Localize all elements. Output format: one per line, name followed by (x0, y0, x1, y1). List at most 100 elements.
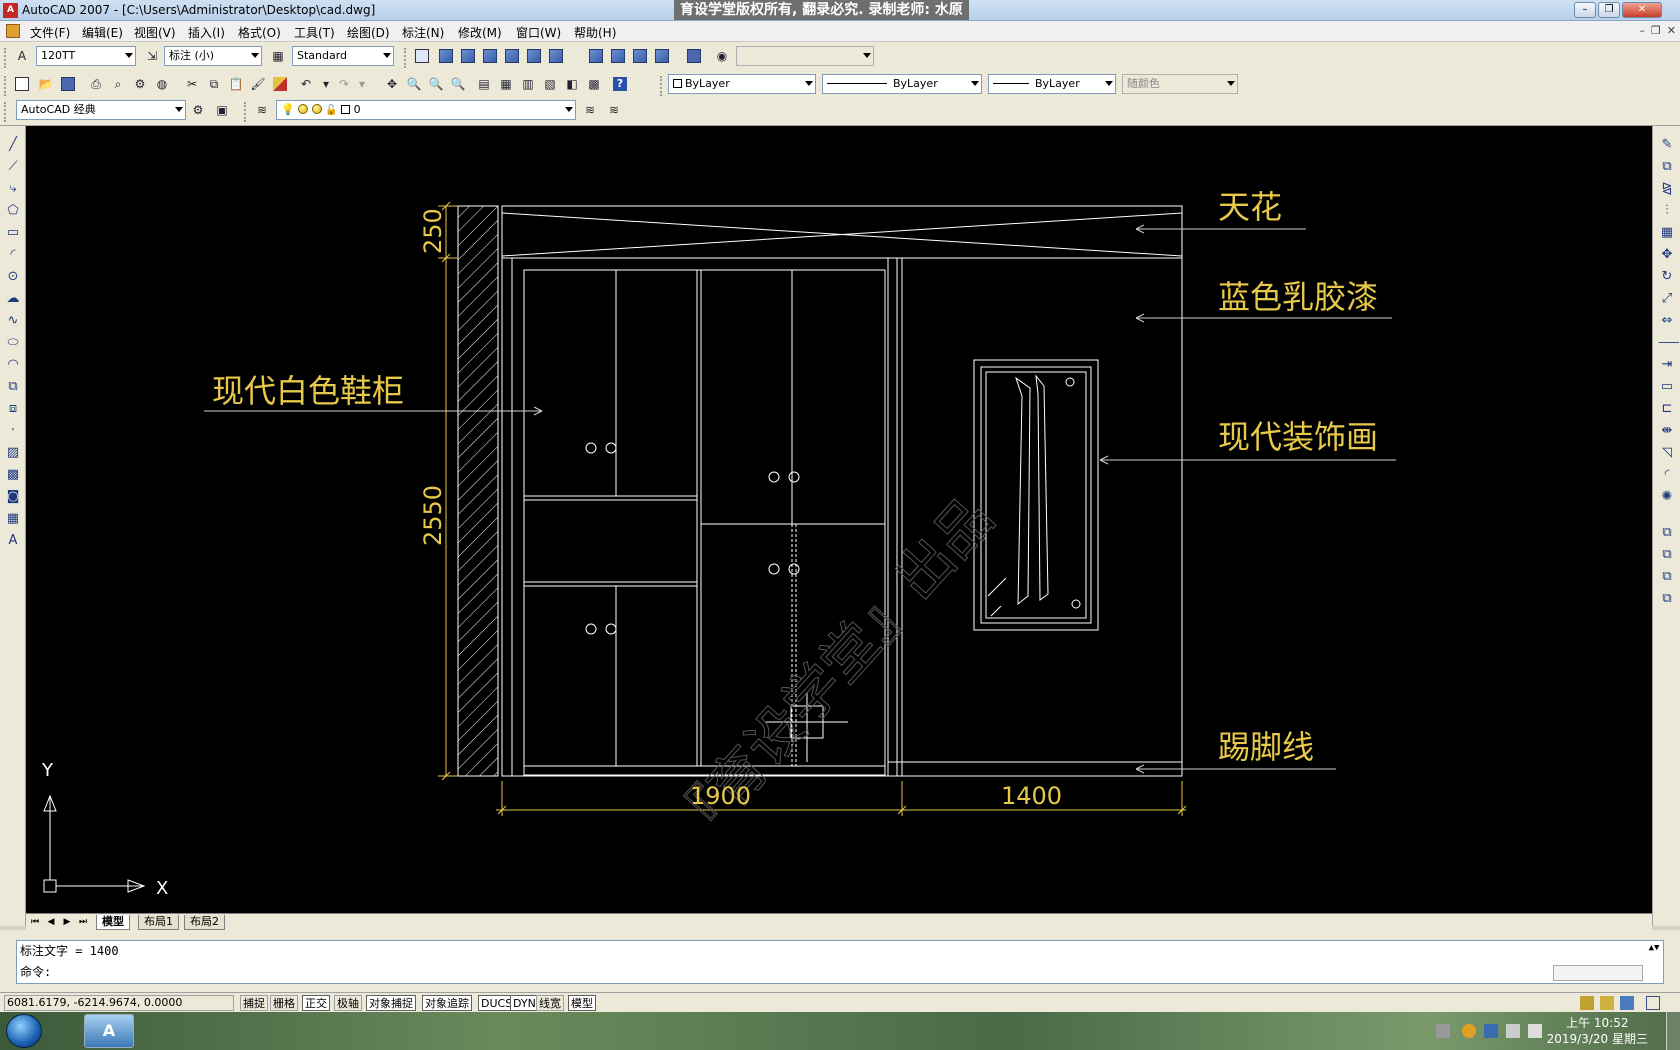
view-front-icon[interactable] (524, 46, 544, 66)
menu-file[interactable]: 文件(F) (30, 24, 70, 41)
view-left-icon[interactable] (480, 46, 500, 66)
menu-draw[interactable]: 绘图(D) (347, 24, 390, 41)
menu-insert[interactable]: 插入(I) (188, 24, 225, 41)
design-center-icon[interactable]: ▦ (496, 74, 516, 94)
status-toggle[interactable]: 正交 (302, 995, 330, 1011)
status-toggle[interactable]: 对象追踪 (422, 995, 472, 1011)
linetype-select[interactable]: ByLayer (822, 74, 982, 94)
hatch-icon[interactable]: ▨ (4, 444, 22, 462)
view-ne-iso-icon[interactable] (630, 46, 650, 66)
camera-icon[interactable] (684, 46, 704, 66)
region-icon[interactable]: ◙ (4, 488, 22, 506)
view-nw-iso-icon[interactable] (652, 46, 672, 66)
workspace-select[interactable]: AutoCAD 经典 (16, 100, 186, 120)
clean-screen-icon[interactable] (1646, 996, 1660, 1010)
redo-icon[interactable]: ↷ (334, 74, 354, 94)
table-icon[interactable]: ▦ (4, 510, 22, 528)
toolbar-grip[interactable] (4, 102, 8, 122)
color-select[interactable]: ByLayer (668, 74, 816, 94)
tab-first-icon[interactable]: ⏮ (28, 915, 42, 929)
show-desktop-button[interactable] (1666, 1012, 1680, 1050)
ellipse-icon[interactable]: ⬭ (4, 334, 22, 352)
plotstyle-select[interactable]: 随颜色 (1122, 74, 1238, 94)
scale-icon[interactable]: ⤢ (1658, 290, 1676, 308)
insert-block-icon[interactable]: ⧉ (4, 378, 22, 396)
cut-icon[interactable]: ✂ (182, 74, 202, 94)
layer-make-current-icon[interactable]: ≋ (580, 100, 600, 120)
rotate-icon[interactable]: ↻ (1658, 268, 1676, 286)
trim-icon[interactable]: ⸺ (1658, 334, 1680, 352)
lineweight-select[interactable]: ByLayer (988, 74, 1116, 94)
drawing-canvas[interactable]: 『育设学堂』出品 天花 蓝色乳胶漆 现代白色鞋柜 现代装饰画 踢脚线 1900 … (26, 126, 1652, 913)
open-file-icon[interactable]: 📂 (36, 74, 56, 94)
view-bottom-icon[interactable] (458, 46, 478, 66)
layer-manager-icon[interactable]: ≋ (252, 100, 272, 120)
workspace-settings-icon[interactable]: ⚙ (188, 100, 208, 120)
taskbar-autocad-button[interactable]: A (84, 1014, 134, 1048)
status-toggle[interactable]: DYN (510, 995, 539, 1011)
tab-next-icon[interactable]: ▶ (60, 915, 74, 929)
sheet-set-icon[interactable]: ▧ (540, 74, 560, 94)
construction-line-icon[interactable]: ⟋ (4, 158, 22, 176)
toolbar-grip[interactable] (244, 102, 248, 122)
chamfer-icon[interactable]: ◹ (1658, 444, 1676, 462)
multiline-text-icon[interactable]: A (4, 532, 22, 550)
rectangle-icon[interactable]: ▭ (4, 224, 22, 242)
workspace-save-icon[interactable]: ▣ (212, 100, 232, 120)
status-toggle[interactable]: 极轴 (334, 995, 362, 1011)
copy-icon[interactable]: ⧉ (204, 74, 224, 94)
text-style-icon[interactable]: A (12, 46, 32, 66)
view-back-icon[interactable] (546, 46, 566, 66)
break-at-point-icon[interactable]: ▭ (1658, 378, 1676, 396)
publish-icon[interactable]: ⚙ (130, 74, 150, 94)
dim-style-icon[interactable]: ⇲ (142, 46, 162, 66)
toolbar-grip[interactable] (4, 48, 8, 68)
status-menu-icon[interactable] (1620, 996, 1634, 1010)
clock[interactable]: 上午 10:52 2019/3/20 星期三 (1547, 1015, 1648, 1047)
ucs-icon[interactable]: ◉ (712, 46, 732, 66)
print-icon[interactable]: ⎙ (86, 74, 106, 94)
view-sw-iso-icon[interactable] (586, 46, 606, 66)
menu-modify[interactable]: 修改(M) (458, 24, 502, 41)
tab-layout2[interactable]: 布局2 (184, 915, 225, 930)
doc-restore-icon[interactable]: ❐ (1651, 24, 1661, 37)
status-toggle[interactable]: 对象捕捉 (366, 995, 416, 1011)
dim-style-select[interactable]: 标注 (小) (164, 46, 262, 66)
view-se-iso-icon[interactable] (608, 46, 628, 66)
ellipse-arc-icon[interactable]: ◠ (4, 356, 22, 374)
fillet-icon[interactable]: ◜ (1658, 466, 1676, 484)
menu-view[interactable]: 视图(V) (134, 24, 176, 41)
security-shield-icon[interactable] (1484, 1024, 1498, 1038)
start-button[interactable] (6, 1014, 42, 1048)
text-style-select[interactable]: 120TT (36, 46, 136, 66)
table-style-icon[interactable]: ▦ (268, 46, 288, 66)
save-icon[interactable] (58, 74, 78, 94)
send-under-icon[interactable]: ⧉ (1658, 590, 1676, 608)
join-icon[interactable]: ⇼ (1658, 422, 1676, 440)
toolbar-grip[interactable] (660, 76, 664, 96)
command-prompt[interactable]: 命令: (20, 963, 51, 981)
view-top-icon[interactable] (436, 46, 456, 66)
3d-dwf-icon[interactable]: ◍ (152, 74, 172, 94)
view-select[interactable] (736, 46, 874, 66)
print-preview-icon[interactable]: ⌕ (108, 74, 128, 94)
array-icon[interactable]: ▦ (1658, 224, 1676, 242)
tab-model[interactable]: 模型 (96, 915, 130, 930)
menu-help[interactable]: 帮助(H) (574, 24, 616, 41)
menu-window[interactable]: 窗口(W) (516, 24, 561, 41)
minimize-icon[interactable]: – (1574, 2, 1596, 18)
keyboard-icon[interactable] (1436, 1024, 1450, 1038)
stretch-icon[interactable]: ⇔ (1658, 312, 1676, 330)
line-icon[interactable]: ╱ (4, 136, 22, 154)
make-block-icon[interactable]: ⧈ (4, 400, 22, 418)
status-toggle[interactable]: 线宽 (536, 995, 564, 1011)
tab-layout1[interactable]: 布局1 (138, 915, 179, 930)
circle-icon[interactable]: ⊙ (4, 268, 22, 286)
tool-palettes-icon[interactable]: ▥ (518, 74, 538, 94)
revision-cloud-icon[interactable]: ☁ (4, 290, 22, 308)
tab-prev-icon[interactable]: ◀ (44, 915, 58, 929)
status-toggle[interactable]: 捕捉 (240, 995, 268, 1011)
document-icon[interactable] (6, 24, 20, 38)
table-style-select[interactable]: Standard (292, 46, 394, 66)
toolbar-grip[interactable] (4, 76, 8, 96)
